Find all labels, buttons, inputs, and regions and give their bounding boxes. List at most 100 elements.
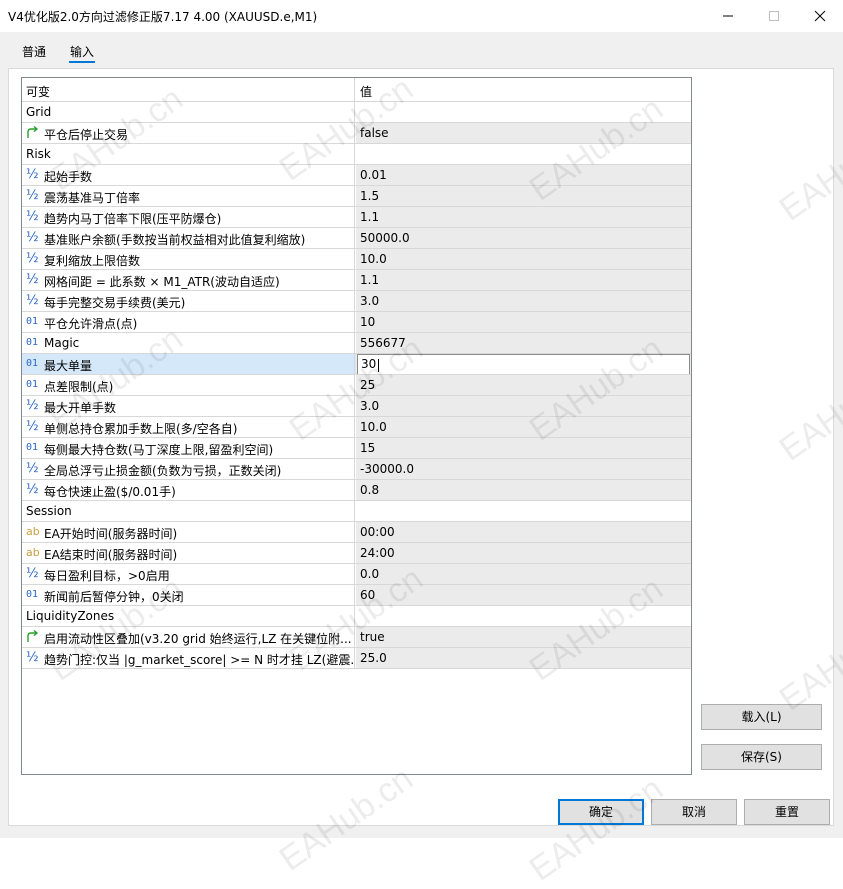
- load-button[interactable]: 载入(L): [701, 704, 822, 730]
- param-row[interactable]: 01 每侧最大持仓数(马丁深度上限,留盈利空间) 15: [22, 438, 691, 459]
- value-cell[interactable]: 0.8: [356, 480, 691, 500]
- value-cell[interactable]: 24:00: [356, 543, 691, 563]
- name-cell[interactable]: ½ 单侧总持仓累加手数上限(多/空各自): [22, 417, 355, 437]
- value-cell[interactable]: 25: [356, 375, 691, 395]
- value-cell[interactable]: 0.0: [356, 564, 691, 584]
- window-title: V4优化版2.0方向过滤修正版7.17 4.00 (XAUUSD.e,M1): [8, 10, 318, 24]
- group-row[interactable]: Grid: [22, 102, 691, 123]
- value-cell: [356, 501, 691, 521]
- param-row[interactable]: 01 最大单量 30: [22, 354, 691, 375]
- name-cell[interactable]: 平仓后停止交易: [22, 123, 355, 143]
- param-row[interactable]: ½ 震荡基准马丁倍率 1.5: [22, 186, 691, 207]
- name-cell[interactable]: 01 最大单量: [22, 354, 355, 374]
- group-row[interactable]: LiquidityZones: [22, 606, 691, 627]
- name-cell[interactable]: Risk: [22, 144, 355, 164]
- param-row[interactable]: ½ 最大开单手数 3.0: [22, 396, 691, 417]
- value-cell[interactable]: 10: [356, 312, 691, 332]
- param-name: 全局总浮亏止损金额(负数为亏损，正数关闭): [44, 464, 282, 478]
- value-cell[interactable]: 556677: [356, 333, 691, 353]
- param-row[interactable]: ½ 网格间距 = 此系数 × M1_ATR(波动自适应) 1.1: [22, 270, 691, 291]
- value-cell[interactable]: 25.0: [356, 648, 691, 668]
- param-row[interactable]: ½ 每手完整交易手续费(美元) 3.0: [22, 291, 691, 312]
- param-row[interactable]: ½ 每日盈利目标，>0启用 0.0: [22, 564, 691, 585]
- name-cell[interactable]: 01 新闻前后暂停分钟，0关闭: [22, 585, 355, 605]
- param-row[interactable]: ½ 起始手数 0.01: [22, 165, 691, 186]
- group-row[interactable]: Risk: [22, 144, 691, 165]
- maximize-button[interactable]: [751, 0, 797, 32]
- header-name-cell[interactable]: 可变: [22, 78, 355, 101]
- name-cell[interactable]: ½ 震荡基准马丁倍率: [22, 186, 355, 206]
- property-grid[interactable]: 可变 值 Grid 平仓后停止交易 false Risk ½ 起始手数 0.01 ½ 震荡基准马…: [21, 77, 692, 775]
- param-row[interactable]: ab EA结束时间(服务器时间) 24:00: [22, 543, 691, 564]
- param-row[interactable]: ½ 趋势内马丁倍率下限(压平防爆仓) 1.1: [22, 207, 691, 228]
- minimize-button[interactable]: [705, 0, 751, 32]
- name-cell[interactable]: 启用流动性区叠加(v3.20 grid 始终运行,LZ 在关键位附...: [22, 627, 355, 647]
- param-row[interactable]: ½ 每仓快速止盈($/0.01手) 0.8: [22, 480, 691, 501]
- param-value: 24:00: [360, 546, 395, 560]
- param-row[interactable]: 01 点差限制(点) 25: [22, 375, 691, 396]
- param-row[interactable]: ½ 基准账户余额(手数按当前权益相对此值复利缩放) 50000.0: [22, 228, 691, 249]
- name-cell[interactable]: ½ 网格间距 = 此系数 × M1_ATR(波动自适应): [22, 270, 355, 290]
- group-label: Grid: [26, 105, 52, 119]
- param-row[interactable]: 01 平仓允许滑点(点) 10: [22, 312, 691, 333]
- param-row[interactable]: 启用流动性区叠加(v3.20 grid 始终运行,LZ 在关键位附... true: [22, 627, 691, 648]
- param-row[interactable]: ½ 全局总浮亏止损金额(负数为亏损，正数关闭) -30000.0: [22, 459, 691, 480]
- tab-common[interactable]: 普通: [22, 43, 46, 60]
- group-label: Risk: [26, 147, 51, 161]
- cancel-button[interactable]: 取消: [651, 799, 737, 825]
- name-cell[interactable]: 01 平仓允许滑点(点): [22, 312, 355, 332]
- value-cell[interactable]: -30000.0: [356, 459, 691, 479]
- name-cell[interactable]: Grid: [22, 102, 355, 122]
- group-row[interactable]: Session: [22, 501, 691, 522]
- name-cell[interactable]: ½ 每日盈利目标，>0启用: [22, 564, 355, 584]
- param-row[interactable]: 01 新闻前后暂停分钟，0关闭 60: [22, 585, 691, 606]
- value-cell[interactable]: 00:00: [356, 522, 691, 542]
- name-cell[interactable]: LiquidityZones: [22, 606, 355, 626]
- name-cell[interactable]: ½ 趋势门控:仅当 |g_market_score| >= N 时才挂 LZ(避震…: [22, 648, 355, 668]
- reset-button[interactable]: 重置: [744, 799, 830, 825]
- name-cell[interactable]: ab EA结束时间(服务器时间): [22, 543, 355, 563]
- value-cell[interactable]: false: [356, 123, 691, 143]
- name-cell[interactable]: Session: [22, 501, 355, 521]
- param-row[interactable]: ½ 复利缩放上限倍数 10.0: [22, 249, 691, 270]
- name-cell[interactable]: ½ 每仓快速止盈($/0.01手): [22, 480, 355, 500]
- param-row[interactable]: ab EA开始时间(服务器时间) 00:00: [22, 522, 691, 543]
- value-cell[interactable]: 15: [356, 438, 691, 458]
- param-row[interactable]: ½ 单侧总持仓累加手数上限(多/空各自) 10.0: [22, 417, 691, 438]
- value-edit-field[interactable]: 30: [357, 354, 690, 374]
- value-cell[interactable]: 50000.0: [356, 228, 691, 248]
- name-cell[interactable]: ½ 每手完整交易手续费(美元): [22, 291, 355, 311]
- name-cell[interactable]: ½ 全局总浮亏止损金额(负数为亏损，正数关闭): [22, 459, 355, 479]
- name-cell[interactable]: ½ 复利缩放上限倍数: [22, 249, 355, 269]
- name-cell[interactable]: ½ 趋势内马丁倍率下限(压平防爆仓): [22, 207, 355, 227]
- param-row[interactable]: 01 Magic 556677: [22, 333, 691, 354]
- ok-button[interactable]: 确定: [558, 799, 644, 825]
- value-cell[interactable]: true: [356, 627, 691, 647]
- value-cell[interactable]: 10.0: [356, 249, 691, 269]
- value-cell[interactable]: 1.1: [356, 270, 691, 290]
- name-cell[interactable]: ab EA开始时间(服务器时间): [22, 522, 355, 542]
- value-cell[interactable]: 3.0: [356, 291, 691, 311]
- value-cell[interactable]: 30: [356, 354, 691, 374]
- name-cell[interactable]: ½ 最大开单手数: [22, 396, 355, 416]
- value-cell[interactable]: 0.01: [356, 165, 691, 185]
- value-cell[interactable]: 10.0: [356, 417, 691, 437]
- value-cell[interactable]: 1.1: [356, 207, 691, 227]
- name-cell[interactable]: 01 每侧最大持仓数(马丁深度上限,留盈利空间): [22, 438, 355, 458]
- close-button[interactable]: [797, 0, 843, 32]
- value-cell[interactable]: 1.5: [356, 186, 691, 206]
- param-row[interactable]: ½ 趋势门控:仅当 |g_market_score| >= N 时才挂 LZ(避震…: [22, 648, 691, 669]
- name-cell[interactable]: ½ 起始手数: [22, 165, 355, 185]
- value-cell[interactable]: 60: [356, 585, 691, 605]
- name-cell[interactable]: 01 Magic: [22, 333, 355, 353]
- text-caret: [378, 359, 379, 372]
- title-bar: V4优化版2.0方向过滤修正版7.17 4.00 (XAUUSD.e,M1): [0, 0, 843, 32]
- header-value-cell[interactable]: 值: [356, 78, 691, 101]
- name-cell[interactable]: ½ 基准账户余额(手数按当前权益相对此值复利缩放): [22, 228, 355, 248]
- save-button[interactable]: 保存(S): [701, 744, 822, 770]
- value-cell[interactable]: 3.0: [356, 396, 691, 416]
- tab-inputs[interactable]: 输入: [70, 43, 94, 60]
- name-cell[interactable]: 01 点差限制(点): [22, 375, 355, 395]
- param-row[interactable]: 平仓后停止交易 false: [22, 123, 691, 144]
- minimize-icon: [723, 15, 733, 17]
